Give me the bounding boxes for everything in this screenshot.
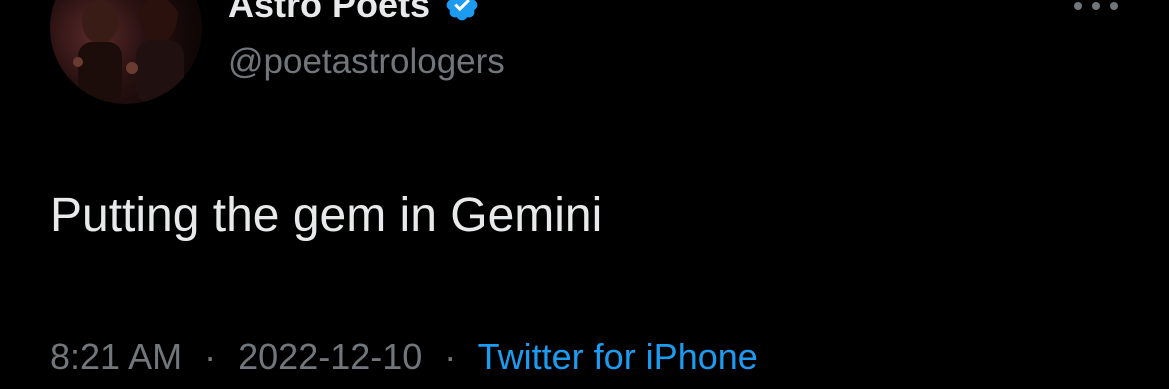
- more-horizontal-icon[interactable]: [1074, 0, 1118, 16]
- tweet-time[interactable]: 8:21 AM: [50, 336, 182, 377]
- tweet-text: Putting the gem in Gemini: [50, 189, 603, 242]
- author-handle[interactable]: @poetastrologers: [228, 42, 505, 82]
- tweet-date[interactable]: 2022-12-10: [238, 336, 422, 377]
- author-display-name[interactable]: Astro Poets: [228, 0, 480, 26]
- tweet-meta: 8:21 AM · 2022-12-10 · Twitter for iPhon…: [50, 336, 758, 378]
- more-dot: [1110, 2, 1118, 10]
- meta-separator: ·: [444, 336, 457, 377]
- meta-separator: ·: [204, 336, 217, 377]
- more-dot: [1074, 2, 1082, 10]
- display-name-text: Astro Poets: [228, 0, 431, 25]
- verified-badge-icon: [446, 0, 478, 21]
- avatar-image: [73, 0, 184, 104]
- author-avatar[interactable]: [50, 0, 202, 104]
- tweet-source-link[interactable]: Twitter for iPhone: [478, 336, 758, 377]
- more-dot: [1092, 2, 1100, 10]
